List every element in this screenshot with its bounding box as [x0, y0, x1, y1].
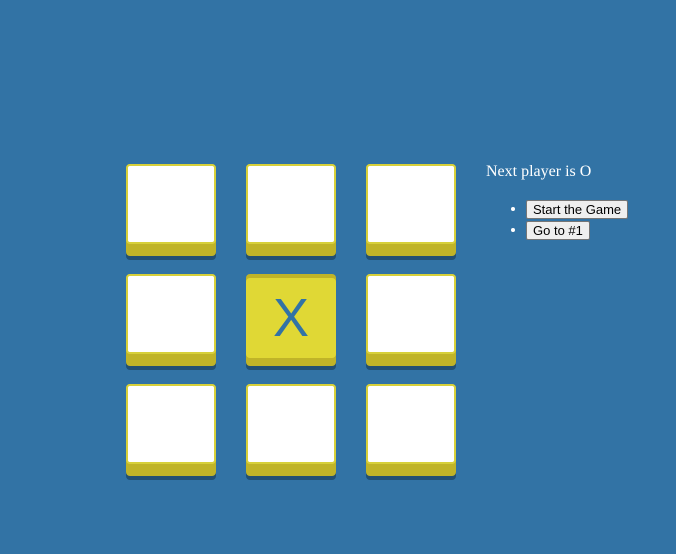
game-page: X Next player is O Start the Game Go to …: [0, 0, 676, 554]
game-info: Next player is O Start the Game Go to #1: [486, 162, 629, 240]
move-item: Start the Game: [526, 198, 629, 219]
square-3-mark: [126, 274, 216, 354]
square-6[interactable]: [126, 384, 216, 480]
square-8-mark: [366, 384, 456, 464]
square-0[interactable]: [126, 164, 216, 260]
square-6-mark: [126, 384, 216, 464]
game-status: Next player is O: [486, 163, 592, 180]
go-to-move-1-button[interactable]: Go to #1: [526, 220, 590, 240]
move-item: Go to #1: [526, 219, 628, 240]
square-4[interactable]: X: [246, 274, 336, 370]
square-4-mark: X: [246, 278, 336, 358]
game-board: X: [126, 164, 456, 482]
square-0-mark: [126, 164, 216, 244]
square-3[interactable]: [126, 274, 216, 370]
start-game-button[interactable]: Start the Game: [526, 199, 629, 219]
move-history: Start the Game Go to #1: [486, 198, 629, 240]
square-5[interactable]: [366, 274, 456, 370]
square-5-mark: [366, 274, 456, 354]
square-7[interactable]: [246, 384, 336, 480]
square-1[interactable]: [246, 164, 336, 260]
square-8[interactable]: [366, 384, 456, 480]
square-2[interactable]: [366, 164, 456, 260]
square-1-mark: [246, 164, 336, 244]
square-7-mark: [246, 384, 336, 464]
square-2-mark: [366, 164, 456, 244]
